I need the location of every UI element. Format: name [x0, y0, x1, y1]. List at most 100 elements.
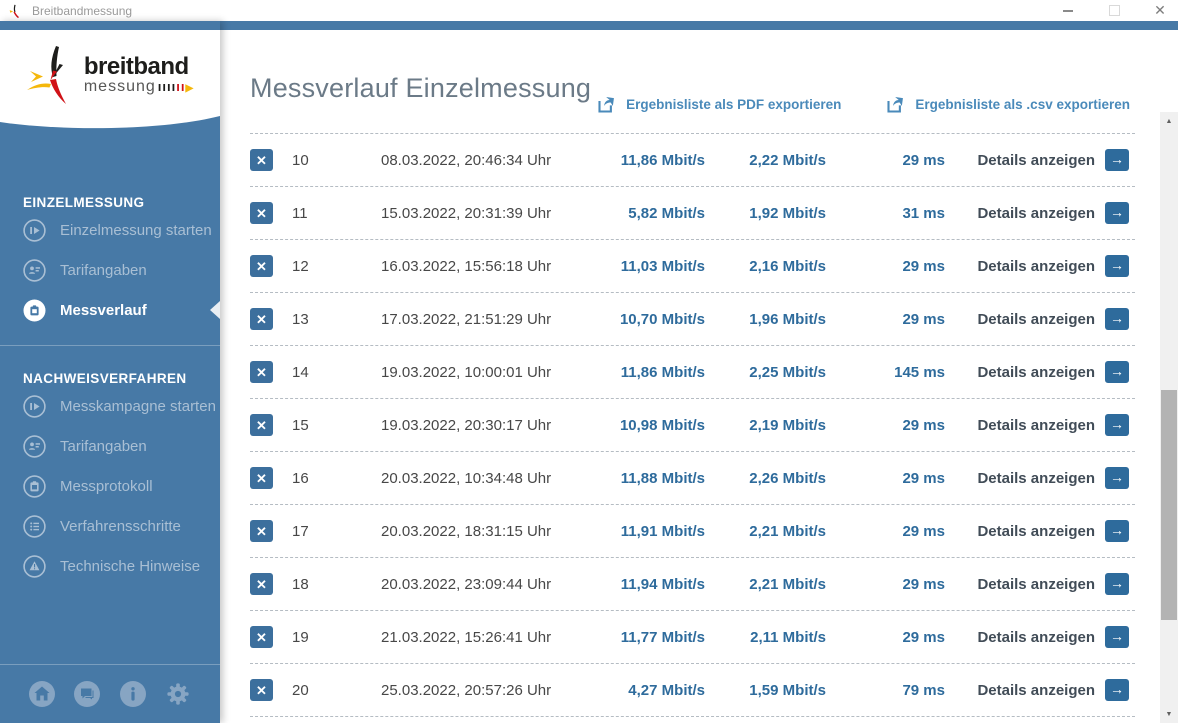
delete-row-button[interactable]: ✕	[250, 626, 273, 648]
row-upload-value: 2,21 Mbit/s	[749, 522, 826, 540]
info-icon[interactable]	[119, 680, 147, 708]
row-upload-value: 2,19 Mbit/s	[749, 416, 826, 434]
main-header: Messverlauf Einzelmessung Ergebnisliste …	[220, 30, 1178, 133]
row-index: 18	[292, 575, 309, 593]
person-circle-icon	[23, 258, 46, 282]
row-arrow-button[interactable]: →	[1105, 149, 1129, 171]
row-arrow-button[interactable]: →	[1105, 679, 1129, 701]
details-link[interactable]: Details anzeigen	[945, 152, 1105, 169]
row-arrow-button[interactable]: →	[1105, 626, 1129, 648]
row-arrow-button[interactable]: →	[1105, 361, 1129, 383]
row-download-value: 11,03 Mbit/s	[620, 257, 705, 275]
gear-icon[interactable]	[164, 680, 192, 708]
row-datetime: 16.03.2022, 15:56:18 Uhr	[381, 257, 552, 275]
table-row: ✕ 20 25.03.2022, 20:57:26 Uhr 4,27 Mbit/…	[250, 664, 1135, 717]
row-download-value: 5,82 Mbit/s	[628, 204, 705, 222]
row-arrow-button[interactable]: →	[1105, 520, 1129, 542]
details-link[interactable]: Details anzeigen	[945, 364, 1105, 381]
delete-row-button[interactable]: ✕	[250, 573, 273, 595]
row-datetime: 21.03.2022, 15:26:41 Uhr	[381, 628, 552, 646]
delete-row-button[interactable]: ✕	[250, 414, 273, 436]
delete-row-button[interactable]: ✕	[250, 679, 273, 701]
details-link[interactable]: Details anzeigen	[945, 523, 1105, 540]
details-link[interactable]: Details anzeigen	[945, 258, 1105, 275]
logo-line2: messung	[83, 78, 156, 95]
maximize-button[interactable]	[1106, 3, 1122, 19]
scrollbar-thumb[interactable]	[1161, 390, 1177, 620]
row-upload-value: 1,59 Mbit/s	[749, 681, 826, 699]
row-arrow-button[interactable]: →	[1105, 308, 1129, 330]
row-datetime: 20.03.2022, 23:09:44 Uhr	[381, 575, 552, 593]
sidebar-item-label: Messkampagne starten	[60, 397, 216, 415]
play-circle-icon	[23, 218, 46, 242]
table-row: ✕ 14 19.03.2022, 10:00:01 Uhr 11,86 Mbit…	[250, 346, 1135, 399]
row-arrow-button[interactable]: →	[1105, 202, 1129, 224]
row-download-value: 11,88 Mbit/s	[620, 469, 705, 487]
row-arrow-button[interactable]: →	[1105, 255, 1129, 277]
details-link[interactable]: Details anzeigen	[945, 311, 1105, 328]
sidebar-item-label: Technische Hinweise	[60, 557, 201, 575]
scrollbar[interactable]: ▲ ▼	[1160, 112, 1178, 723]
delete-row-button[interactable]: ✕	[250, 202, 273, 224]
export-pdf-label: Ergebnisliste als PDF exportieren	[626, 97, 842, 112]
export-csv-link[interactable]: Ergebnisliste als .csv exportieren	[885, 94, 1130, 115]
row-ping-value: 29 ms	[902, 575, 945, 593]
row-upload-value: 2,22 Mbit/s	[749, 151, 826, 169]
home-icon[interactable]	[28, 680, 56, 708]
active-item-notch	[210, 301, 220, 319]
details-link[interactable]: Details anzeigen	[945, 205, 1105, 222]
table-row: ✕ 13 17.03.2022, 21:51:29 Uhr 10,70 Mbit…	[250, 293, 1135, 346]
row-ping-value: 29 ms	[902, 469, 945, 487]
row-index: 15	[292, 416, 309, 434]
delete-row-button[interactable]: ✕	[250, 255, 273, 277]
row-arrow-button[interactable]: →	[1105, 467, 1129, 489]
row-datetime: 20.03.2022, 18:31:15 Uhr	[381, 522, 552, 540]
row-datetime: 17.03.2022, 21:51:29 Uhr	[381, 310, 552, 328]
sidebar-footer	[0, 665, 220, 723]
row-download-value: 4,27 Mbit/s	[628, 681, 705, 699]
sidebar-item-messverlauf[interactable]: Messverlauf	[0, 290, 220, 330]
clipboard-circle-icon	[23, 474, 46, 498]
export-csv-label: Ergebnisliste als .csv exportieren	[915, 97, 1130, 112]
scrollbar-up-arrow[interactable]: ▲	[1160, 114, 1178, 128]
row-index: 12	[292, 257, 309, 275]
sidebar-item-verfahrensschritte[interactable]: Verfahrensschritte	[0, 506, 220, 546]
details-link[interactable]: Details anzeigen	[945, 629, 1105, 646]
sidebar-divider	[0, 345, 220, 346]
sidebar-item-label: Verfahrensschritte	[60, 517, 181, 535]
delete-row-button[interactable]: ✕	[250, 467, 273, 489]
details-link[interactable]: Details anzeigen	[945, 682, 1105, 699]
sidebar-item-messprotokoll[interactable]: Messprotokoll	[0, 466, 220, 506]
logo-line1: breitband	[83, 53, 189, 80]
details-link[interactable]: Details anzeigen	[945, 576, 1105, 593]
measurement-table: ✕ 10 08.03.2022, 20:46:34 Uhr 11,86 Mbit…	[250, 133, 1135, 717]
sidebar-item-tarifangaben-2[interactable]: Tarifangaben	[0, 426, 220, 466]
sidebar-item-messkampagne-starten[interactable]: Messkampagne starten	[0, 386, 220, 426]
export-icon	[887, 95, 905, 113]
row-index: 19	[292, 628, 309, 646]
row-datetime: 15.03.2022, 20:31:39 Uhr	[381, 204, 552, 222]
delete-row-button[interactable]: ✕	[250, 149, 273, 171]
row-ping-value: 145 ms	[894, 363, 945, 381]
close-button[interactable]: ✕	[1152, 2, 1168, 19]
delete-row-button[interactable]: ✕	[250, 361, 273, 383]
sidebar-item-einzelmessung-starten[interactable]: Einzelmessung starten	[0, 210, 220, 250]
delete-row-button[interactable]: ✕	[250, 520, 273, 542]
titlebar: Breitbandmessung ✕	[0, 0, 1178, 21]
minimize-button[interactable]	[1060, 3, 1076, 19]
row-arrow-button[interactable]: →	[1105, 414, 1129, 436]
sidebar-item-label: Tarifangaben	[60, 261, 147, 279]
row-arrow-button[interactable]: →	[1105, 573, 1129, 595]
chat-icon[interactable]	[73, 680, 101, 708]
scrollbar-down-arrow[interactable]: ▼	[1160, 707, 1178, 721]
app-window: Breitbandmessung ✕ breitband messung ııı…	[0, 0, 1178, 723]
table-row: ✕ 17 20.03.2022, 18:31:15 Uhr 11,91 Mbit…	[250, 505, 1135, 558]
details-link[interactable]: Details anzeigen	[945, 417, 1105, 434]
sidebar-item-tarifangaben-1[interactable]: Tarifangaben	[0, 250, 220, 290]
details-link[interactable]: Details anzeigen	[945, 470, 1105, 487]
sidebar-item-technische-hinweise[interactable]: Technische Hinweise	[0, 546, 220, 586]
delete-row-button[interactable]: ✕	[250, 308, 273, 330]
row-upload-value: 2,16 Mbit/s	[749, 257, 826, 275]
export-pdf-link[interactable]: Ergebnisliste als PDF exportieren	[596, 94, 841, 115]
logo-mark-icon	[26, 46, 66, 104]
